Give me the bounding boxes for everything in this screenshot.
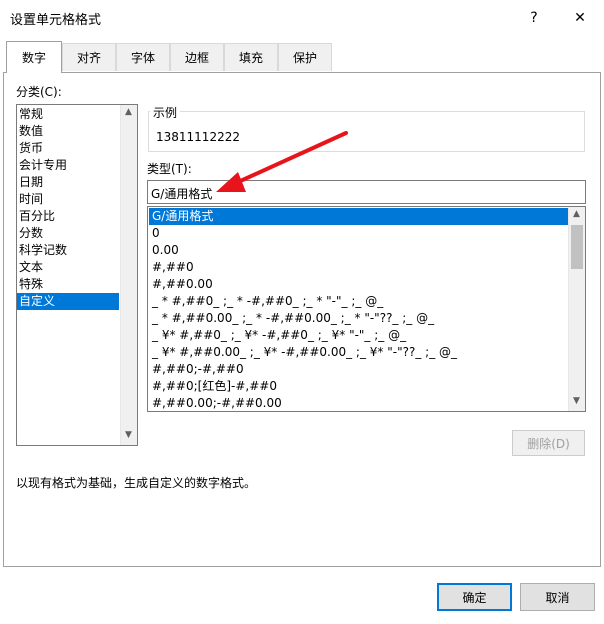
- help-button[interactable]: ?: [520, 6, 548, 30]
- chevron-up-icon[interactable]: ▲: [573, 209, 580, 219]
- category-label: 分类(C):: [16, 85, 62, 99]
- list-item[interactable]: _ * #,##0.00_ ;_ * -#,##0.00_ ;_ * "-"??…: [149, 310, 568, 327]
- chevron-down-icon[interactable]: ▼: [125, 430, 132, 440]
- list-item[interactable]: 分数: [17, 225, 119, 242]
- description-text: 以现有格式为基础，生成自定义的数字格式。: [16, 476, 257, 490]
- tab-protection[interactable]: 保护: [278, 43, 332, 71]
- list-item-selected[interactable]: 自定义: [17, 293, 119, 310]
- list-item[interactable]: 0.00: [149, 242, 568, 259]
- type-input[interactable]: G/通用格式: [147, 180, 586, 204]
- window-title: 设置单元格格式: [10, 13, 102, 28]
- sample-value: 13811112222: [156, 130, 240, 144]
- title-bar: 设置单元格格式 ? ✕: [0, 0, 604, 36]
- type-input-value: G/通用格式: [151, 187, 213, 201]
- list-item[interactable]: #,##0.00;-#,##0.00: [149, 395, 568, 411]
- type-scrollbar[interactable]: ▲ ▼: [568, 207, 585, 411]
- close-icon: ✕: [574, 10, 586, 26]
- list-item[interactable]: 特殊: [17, 276, 119, 293]
- list-item[interactable]: _ ¥* #,##0.00_ ;_ ¥* -#,##0.00_ ;_ ¥* "-…: [149, 344, 568, 361]
- tab-alignment[interactable]: 对齐: [62, 43, 116, 71]
- tab-fill[interactable]: 填充: [224, 43, 278, 71]
- category-list[interactable]: 常规 数值 货币 会计专用 日期 时间 百分比 分数 科学记数 文本 特殊 自定…: [16, 104, 138, 446]
- list-item[interactable]: 常规: [17, 106, 119, 123]
- chevron-down-icon[interactable]: ▼: [573, 396, 580, 406]
- list-item[interactable]: _ ¥* #,##0_ ;_ ¥* -#,##0_ ;_ ¥* "-"_ ;_ …: [149, 327, 568, 344]
- delete-button[interactable]: 删除(D): [512, 430, 585, 456]
- list-item[interactable]: 日期: [17, 174, 119, 191]
- list-item-selected[interactable]: G/通用格式: [149, 208, 568, 225]
- type-list[interactable]: G/通用格式 0 0.00 #,##0 #,##0.00 _ * #,##0_ …: [147, 206, 586, 412]
- cancel-button[interactable]: 取消: [520, 583, 595, 611]
- chevron-up-icon[interactable]: ▲: [125, 107, 132, 117]
- scroll-thumb[interactable]: [571, 225, 583, 269]
- type-label: 类型(T):: [147, 162, 192, 176]
- tab-font[interactable]: 字体: [116, 43, 170, 71]
- list-item[interactable]: 百分比: [17, 208, 119, 225]
- list-item[interactable]: #,##0: [149, 259, 568, 276]
- sample-label: 示例: [150, 104, 181, 121]
- list-item[interactable]: 会计专用: [17, 157, 119, 174]
- list-item[interactable]: #,##0;-#,##0: [149, 361, 568, 378]
- tab-number[interactable]: 数字: [6, 41, 62, 73]
- tab-border[interactable]: 边框: [170, 43, 224, 71]
- list-item[interactable]: 文本: [17, 259, 119, 276]
- list-item[interactable]: 货币: [17, 140, 119, 157]
- list-item[interactable]: 数值: [17, 123, 119, 140]
- list-item[interactable]: 0: [149, 225, 568, 242]
- list-item[interactable]: 时间: [17, 191, 119, 208]
- category-scrollbar[interactable]: ▲ ▼: [120, 105, 137, 445]
- close-button[interactable]: ✕: [566, 6, 594, 30]
- list-item[interactable]: #,##0;[红色]-#,##0: [149, 378, 568, 395]
- list-item[interactable]: 科学记数: [17, 242, 119, 259]
- list-item[interactable]: #,##0.00: [149, 276, 568, 293]
- list-item[interactable]: _ * #,##0_ ;_ * -#,##0_ ;_ * "-"_ ;_ @_: [149, 293, 568, 310]
- ok-button[interactable]: 确定: [437, 583, 512, 611]
